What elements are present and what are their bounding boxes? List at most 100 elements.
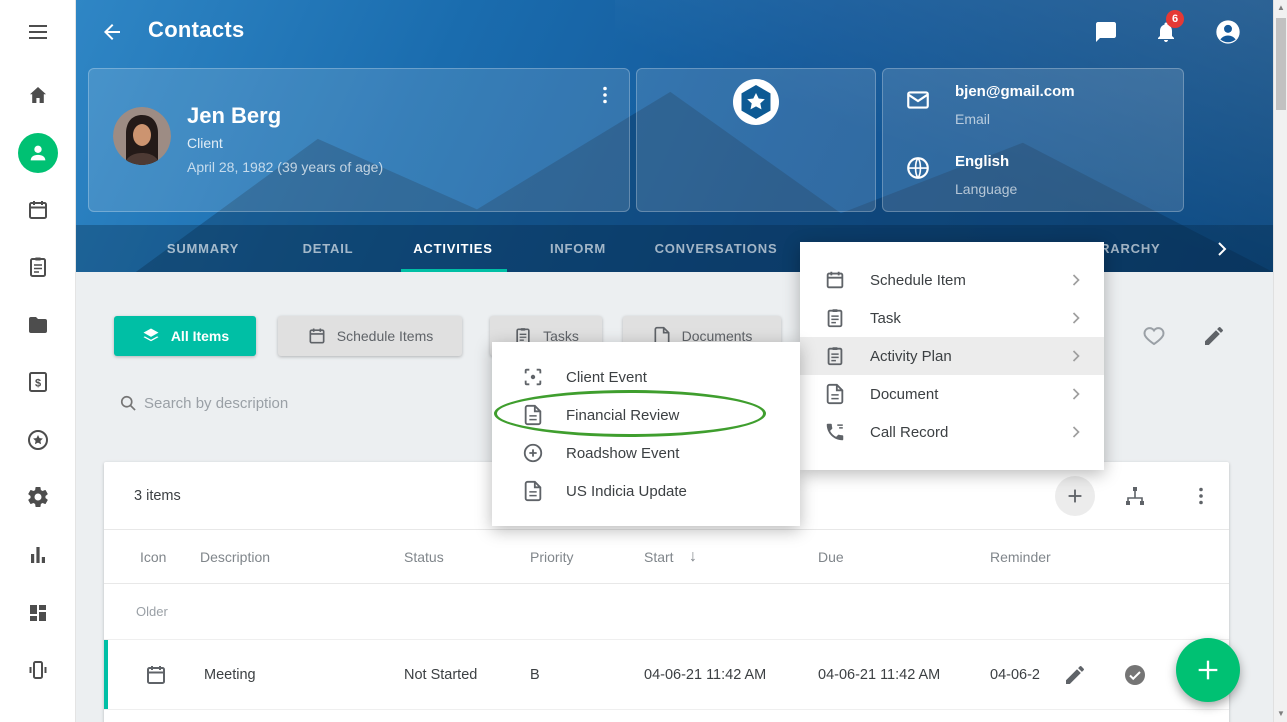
notifications-bell-icon[interactable]: 6 [1154, 20, 1178, 44]
filter-schedule-items-button[interactable]: Schedule Items [278, 316, 462, 356]
folder-icon[interactable] [26, 313, 50, 337]
menu-item-schedule-item[interactable]: Schedule Item [800, 261, 1104, 299]
star-icon[interactable] [26, 428, 50, 452]
account-icon[interactable] [1214, 18, 1242, 46]
submenu-item-us-indicia-update[interactable]: US Indicia Update [492, 472, 800, 510]
submenu-item-roadshow-event[interactable]: Roadshow Event [492, 434, 800, 472]
col-reminder[interactable]: Reminder [990, 530, 1051, 584]
col-status[interactable]: Status [404, 530, 444, 584]
language-label: Language [955, 181, 1017, 197]
fab-add-button[interactable] [1176, 638, 1240, 702]
table-kebab-menu-icon[interactable] [1189, 484, 1213, 508]
contacts-icon-active[interactable] [18, 133, 58, 173]
cell-priority: B [530, 640, 540, 710]
group-label[interactable]: Older [136, 584, 168, 640]
contact-type: Client [187, 135, 223, 151]
globe-icon [905, 155, 931, 181]
cell-reminder: 04-06-2 [990, 640, 1040, 710]
invoice-icon[interactable]: $ [26, 370, 50, 394]
menu-item-label: Activity Plan [870, 348, 1066, 365]
scrollbar-up-arrow[interactable]: ▲ [1274, 0, 1287, 16]
window-scrollbar: ▲ ▼ [1273, 0, 1287, 722]
submenu-item-label: Client Event [566, 369, 784, 386]
submenu-item-label: US Indicia Update [566, 483, 784, 500]
tabs-overflow-chevron-icon[interactable] [1210, 237, 1234, 261]
col-icon[interactable]: Icon [140, 530, 166, 584]
menu-item-label: Call Record [870, 424, 1066, 441]
contact-info-card: bjen@gmail.com Email English Language [882, 68, 1184, 212]
menu-item-activity-plan[interactable]: Activity Plan [800, 337, 1104, 375]
badge-card [636, 68, 876, 212]
row-edit-pencil-icon[interactable] [1063, 663, 1087, 687]
menu-item-label: Task [870, 310, 1066, 327]
document-icon [824, 383, 848, 405]
phone-vibrate-icon[interactable] [26, 658, 50, 682]
tab-inform[interactable]: INFORM [550, 225, 606, 272]
chevron-right-icon [1066, 308, 1086, 328]
tab-conversations[interactable]: CONVERSATIONS [655, 225, 778, 272]
favorite-heart-icon[interactable] [1142, 324, 1166, 348]
scrollbar-down-arrow[interactable]: ▼ [1274, 706, 1287, 722]
contact-summary-card: Jen Berg Client April 28, 1982 (39 years… [88, 68, 630, 212]
submenu-item-client-event[interactable]: Client Event [492, 358, 800, 396]
filter-schedule-items-label: Schedule Items [337, 328, 434, 344]
calendar-icon [307, 326, 327, 346]
email-icon [905, 87, 931, 113]
hierarchy-view-icon[interactable] [1123, 484, 1147, 508]
menu-item-document[interactable]: Document [800, 375, 1104, 413]
clipboard-icon [824, 307, 848, 329]
contact-avatar[interactable] [113, 107, 171, 165]
language-value: English [955, 153, 1009, 170]
calendar-icon [824, 269, 848, 291]
col-priority[interactable]: Priority [530, 530, 574, 584]
top-app-bar: Contacts 6 [76, 0, 1273, 64]
back-arrow-icon[interactable] [100, 20, 124, 44]
table-row[interactable]: Meeting Not Started B 04-06-21 11:42 AM … [104, 640, 1229, 710]
app-root: $ Contacts [0, 0, 1287, 722]
search-input[interactable] [144, 390, 474, 416]
email-label: Email [955, 111, 990, 127]
settings-icon[interactable] [26, 485, 50, 509]
card-kebab-menu-icon[interactable] [593, 83, 617, 107]
menu-item-call-record[interactable]: Call Record [800, 413, 1104, 451]
tab-activities[interactable]: ACTIVITIES [413, 225, 493, 272]
col-start[interactable]: Start [644, 530, 674, 584]
menu-item-label: Schedule Item [870, 272, 1066, 289]
table-group-row: Older [104, 584, 1229, 640]
row-accent-bar [104, 640, 108, 709]
tab-detail[interactable]: DETAIL [303, 225, 354, 272]
row-complete-check-icon[interactable] [1123, 663, 1147, 687]
add-activity-menu: Schedule Item Task Activity Plan [800, 242, 1104, 470]
cell-status: Not Started [404, 640, 477, 710]
edit-pencil-icon[interactable] [1202, 324, 1226, 348]
filter-all-items-label: All Items [171, 328, 229, 344]
col-due[interactable]: Due [818, 530, 844, 584]
calendar-icon[interactable] [26, 198, 50, 222]
tab-summary[interactable]: SUMMARY [167, 225, 239, 272]
add-item-button[interactable] [1055, 476, 1095, 516]
items-count: 3 items [134, 462, 181, 530]
contact-name: Jen Berg [187, 103, 281, 129]
scrollbar-thumb[interactable] [1276, 18, 1286, 110]
chat-icon[interactable] [1094, 20, 1118, 44]
submenu-item-label: Roadshow Event [566, 445, 784, 462]
home-icon[interactable] [26, 83, 50, 107]
activity-plan-submenu: Client Event Financial Review Roadshow E… [492, 342, 800, 526]
menu-item-task[interactable]: Task [800, 299, 1104, 337]
document-icon [522, 480, 546, 502]
dashboard-icon[interactable] [26, 601, 50, 625]
submenu-item-financial-review[interactable]: Financial Review [492, 396, 800, 434]
notification-count-badge: 6 [1166, 10, 1184, 28]
reports-icon[interactable] [26, 543, 50, 567]
plus-circle-icon [522, 442, 546, 464]
chevron-right-icon [1066, 384, 1086, 404]
search-icon [118, 393, 138, 413]
cell-due: 04-06-21 11:42 AM [818, 640, 940, 710]
tasks-icon[interactable] [26, 255, 50, 279]
hamburger-menu-icon[interactable] [26, 20, 50, 44]
contact-birthdate: April 28, 1982 (39 years of age) [187, 159, 383, 175]
col-description[interactable]: Description [200, 530, 270, 584]
email-value: bjen@gmail.com [955, 83, 1075, 100]
star-hexagon-badge-icon[interactable] [733, 79, 779, 125]
filter-all-items-button[interactable]: All Items [114, 316, 256, 356]
